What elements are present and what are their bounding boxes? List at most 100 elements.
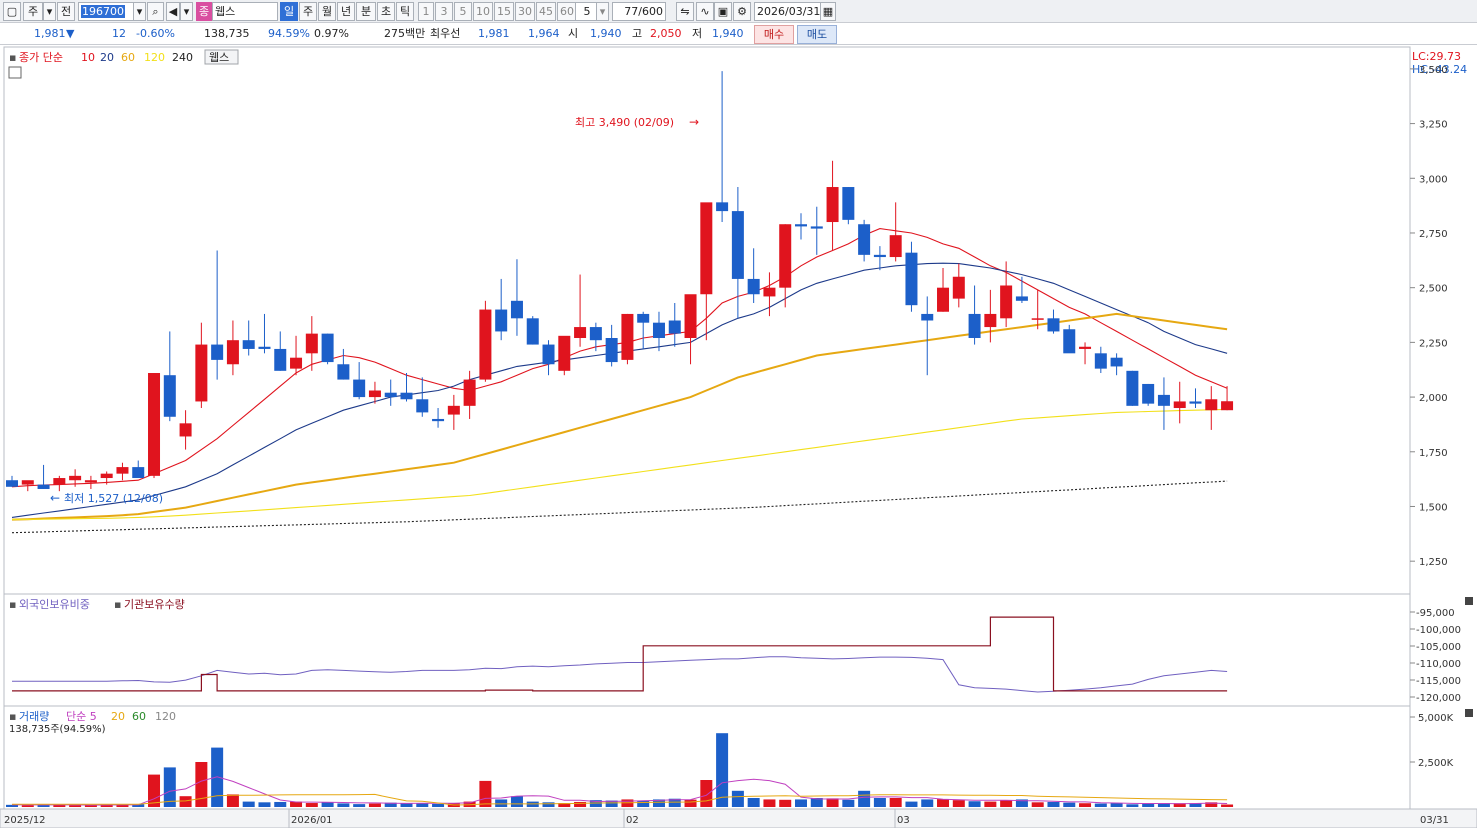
volume: 138,735 <box>204 27 250 40</box>
legend-handle-icon: ▪ <box>9 51 16 64</box>
period-tab-day[interactable]: 일 <box>280 2 298 21</box>
institution-legend: 기관보유수량 <box>124 598 185 611</box>
volume-bar <box>305 803 318 807</box>
search-icon[interactable]: ⌕ <box>147 2 164 21</box>
x-label-2026-01: 2026/01 <box>291 815 333 826</box>
toolbar: ▢ 주 ▾ 전 196700 ▾ ⌕ ◀ ▾ 종 웹스 일 주 월 년 분 초 … <box>0 0 1477 23</box>
interval-10[interactable]: 10 <box>473 2 493 21</box>
holding-tick-label: -120,000 <box>1416 693 1461 704</box>
candle-body <box>668 320 681 334</box>
candle-body <box>479 309 492 380</box>
volume-bar <box>479 780 492 807</box>
interval-45[interactable]: 45 <box>536 2 556 21</box>
interval-60[interactable]: 60 <box>557 2 577 21</box>
prev-label: 전 <box>60 5 72 18</box>
price-tick-label: 2,500 <box>1419 284 1448 295</box>
volume-bar <box>1079 803 1092 807</box>
period-tab-minute[interactable]: 분 <box>356 2 376 21</box>
buy-button[interactable]: 매수 <box>754 25 794 44</box>
best-bid: 1,964 <box>528 27 560 40</box>
count-input[interactable]: 77/600 <box>612 2 666 21</box>
candle-body <box>763 287 776 297</box>
indicator-icon[interactable]: ∿ <box>696 2 714 21</box>
candle-body <box>1079 346 1092 349</box>
candle-body <box>1126 370 1139 406</box>
candle-body <box>700 202 713 295</box>
save-icon[interactable]: ▣ <box>714 2 732 21</box>
volume-ma20-label: 20 <box>111 710 125 723</box>
candle-body <box>163 375 176 417</box>
candle-body <box>1063 329 1076 354</box>
volume-bar <box>1142 803 1155 807</box>
gear-icon[interactable]: ⚙ <box>733 2 751 21</box>
high-price: 2,050 <box>650 27 682 40</box>
volume-bar <box>400 803 413 807</box>
market-select[interactable]: 주 <box>23 2 43 21</box>
period-tab-second[interactable]: 초 <box>377 2 395 21</box>
volume-bar <box>731 790 744 807</box>
volume-bar <box>858 790 871 807</box>
calendar-icon[interactable]: ▦ <box>820 2 836 21</box>
code-dropdown-icon[interactable]: ▾ <box>133 2 146 21</box>
period-tab-tick[interactable]: 틱 <box>396 2 414 21</box>
volume-bar <box>842 799 855 807</box>
period-tab-week[interactable]: 주 <box>299 2 317 21</box>
x-axis-bar <box>0 808 1477 828</box>
candle-body <box>889 235 902 258</box>
holding-tick-label: -115,000 <box>1416 676 1461 687</box>
interval-5[interactable]: 5 <box>454 2 472 21</box>
volume-sub-label: 138,735주(94.59%) <box>9 724 106 735</box>
period-tab-year[interactable]: 년 <box>337 2 355 21</box>
interval-dropdown-icon[interactable]: ▾ <box>596 2 609 21</box>
volume-bar <box>21 805 34 807</box>
price-tick-label: 3,500 <box>1419 65 1448 76</box>
volume-bar <box>684 799 697 807</box>
candle-body <box>447 405 460 415</box>
window-icon[interactable]: ▢ <box>3 2 21 21</box>
interval-3[interactable]: 3 <box>435 2 453 21</box>
prev-button[interactable]: 전 <box>57 2 75 21</box>
candle-body <box>37 484 50 489</box>
holding-collapse-icon[interactable] <box>1465 597 1473 605</box>
table-icon[interactable] <box>8 66 22 79</box>
sell-button[interactable]: 매도 <box>797 25 837 44</box>
svg-text:▪: ▪ <box>114 598 121 611</box>
price-tick-label: 1,250 <box>1419 557 1448 568</box>
candle-body <box>384 392 397 398</box>
interval-15[interactable]: 15 <box>494 2 514 21</box>
volume-bar <box>1063 802 1076 807</box>
interval-30[interactable]: 30 <box>515 2 535 21</box>
candle-body <box>558 335 571 371</box>
candle-body <box>274 348 287 371</box>
compare-icon[interactable]: ⇋ <box>676 2 694 21</box>
volume-bar <box>1047 801 1060 807</box>
volume-tick-label: 5,000K <box>1418 713 1454 724</box>
candle-body <box>526 318 539 345</box>
volume-bar <box>984 801 997 807</box>
stock-type-icon: 종 <box>196 2 212 21</box>
stock-name-field[interactable]: 웹스 <box>212 2 278 21</box>
speaker-dropdown-icon[interactable]: ▾ <box>180 2 193 21</box>
date-input[interactable]: 2026/03/31 <box>754 2 822 21</box>
ma60-label: 60 <box>121 51 135 64</box>
volume-bar <box>542 802 555 807</box>
code-input[interactable]: 196700 <box>78 2 134 21</box>
low-arrow-icon: ← <box>50 491 60 505</box>
volume-bar <box>432 803 445 807</box>
market-dropdown-icon[interactable]: ▾ <box>43 2 56 21</box>
volume-collapse-icon[interactable] <box>1465 709 1473 717</box>
interval-1[interactable]: 1 <box>418 2 434 21</box>
volume-tick-label: 2,500K <box>1418 758 1454 769</box>
volume-bar <box>274 801 287 807</box>
price-tick-label: 3,250 <box>1419 120 1448 131</box>
candle-body <box>873 254 886 258</box>
period-tab-month[interactable]: 월 <box>318 2 336 21</box>
candle-body <box>6 480 18 487</box>
volume-bar <box>69 805 82 807</box>
speaker-icon[interactable]: ◀ <box>166 2 180 21</box>
candle-body <box>195 344 208 402</box>
candle-body <box>148 373 161 476</box>
high-annotation: 최고 3,490 (02/09) <box>575 116 674 129</box>
quote-bar: 1,981 ▼ 12 -0.60% 138,735 94.59% 0.97% 2… <box>0 23 1477 45</box>
stock-chart[interactable]: ▪ 종가 단순 10 20 60 120 240 웹스 LC:29.73 HC:… <box>0 45 1477 828</box>
